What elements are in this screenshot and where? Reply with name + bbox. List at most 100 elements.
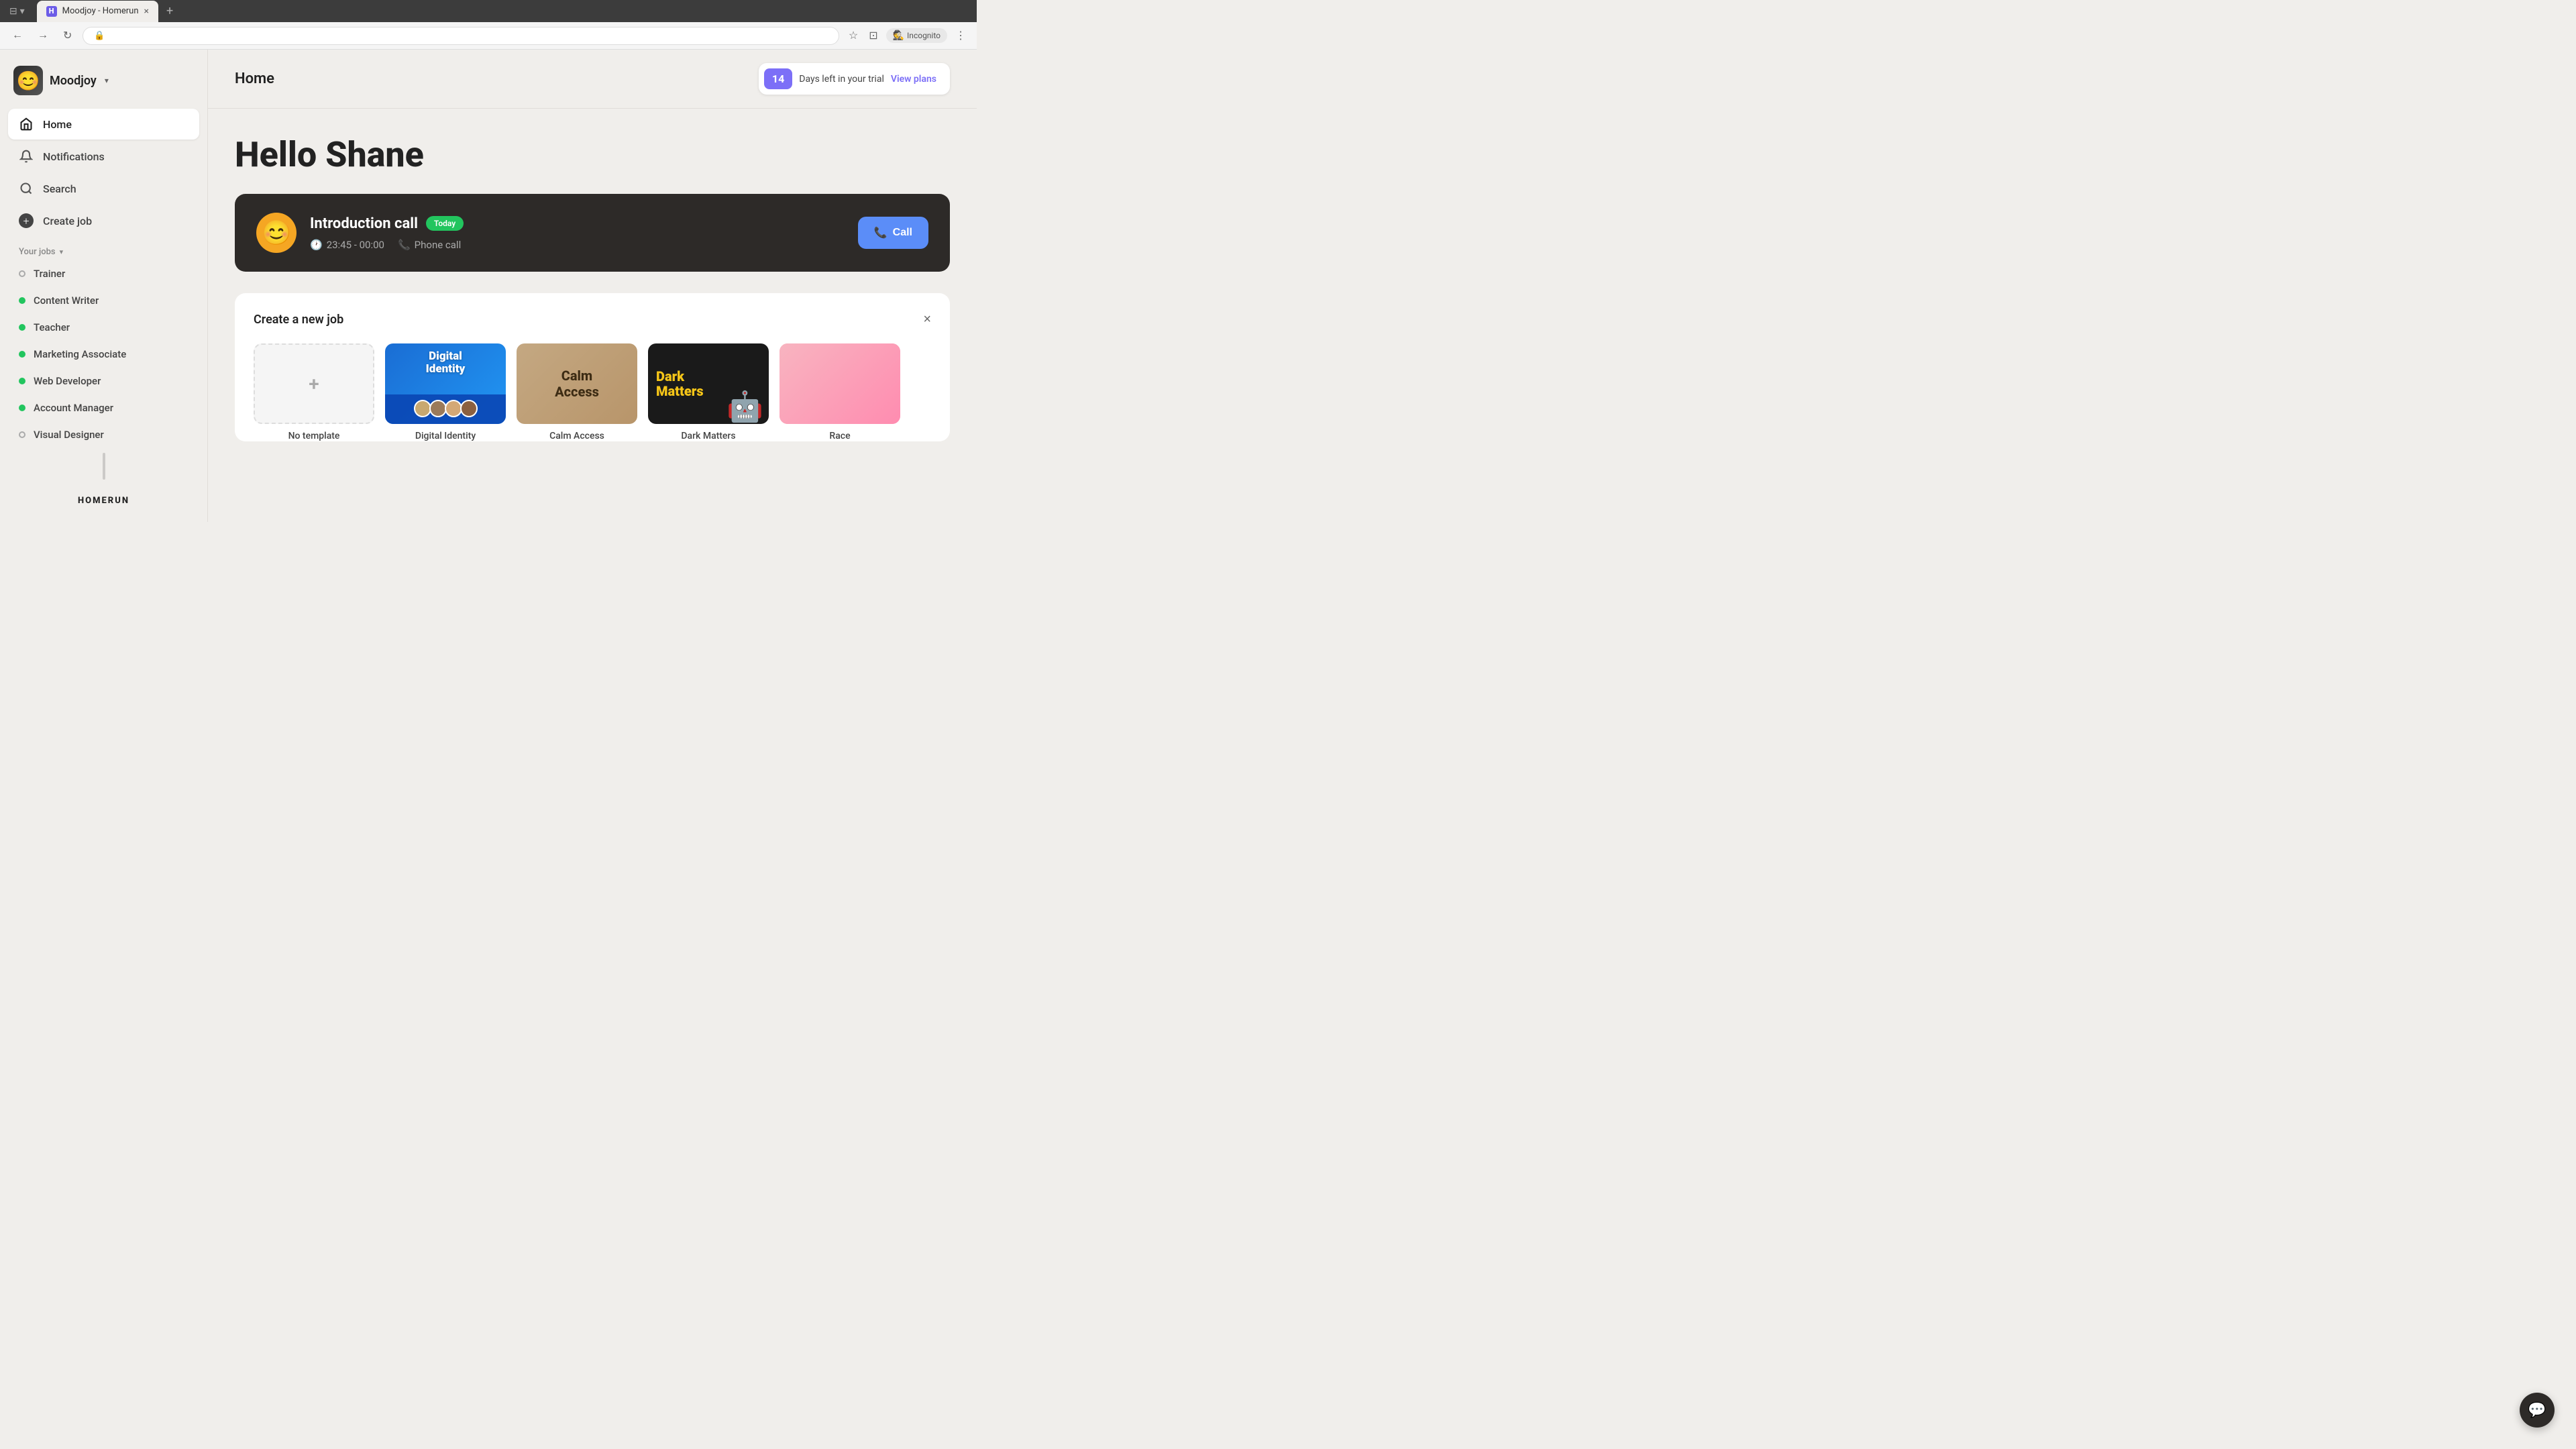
logo-avatar: 😊 xyxy=(13,66,43,95)
tab-close-button[interactable]: × xyxy=(144,6,149,17)
job-item-trainer[interactable]: Trainer xyxy=(8,261,199,286)
lock-icon: 🔒 xyxy=(94,31,105,41)
job-item-teacher[interactable]: Teacher xyxy=(8,315,199,340)
incognito-label: Incognito xyxy=(907,31,941,40)
split-screen-button[interactable]: ⊡ xyxy=(866,26,880,45)
template-item-no-template[interactable]: + No template xyxy=(254,343,374,441)
job-item-marketing-associate[interactable]: Marketing Associate xyxy=(8,341,199,367)
logo-chevron-icon: ▾ xyxy=(105,76,109,85)
sidebar-item-search[interactable]: Search xyxy=(8,173,199,204)
template-label-no-template: No template xyxy=(288,431,340,441)
job-list: Trainer Content Writer Teacher Marketing… xyxy=(0,261,207,447)
job-item-account-manager[interactable]: Account Manager xyxy=(8,395,199,421)
back-button[interactable]: ← xyxy=(8,27,27,44)
sidebar-search-label: Search xyxy=(43,182,76,195)
refresh-button[interactable]: ↻ xyxy=(59,26,76,45)
page-title: Home xyxy=(235,70,274,87)
incognito-badge: 🕵️ Incognito xyxy=(886,28,947,43)
app-container: 😊 Moodjoy ▾ Home xyxy=(0,50,977,549)
intro-info: Introduction call Today 🕐 23:45 - 00:00 … xyxy=(310,215,845,251)
browser-chrome: ⊟ ▾ H Moodjoy - Homerun × + ← → ↻ 🔒 app.… xyxy=(0,0,977,50)
trial-badge: 14 Days left in your trial View plans xyxy=(759,63,950,95)
workspace-selector[interactable]: ⊟ ▾ xyxy=(5,3,29,19)
intro-type-value: Phone call xyxy=(415,239,462,251)
intro-title-row: Introduction call Today xyxy=(310,215,845,232)
templates-row: + No template DigitalIdentity xyxy=(254,343,931,441)
sidebar-item-home[interactable]: Home xyxy=(8,109,199,140)
template-label-dark-matters: Dark Matters xyxy=(681,431,735,441)
job-label-account-manager: Account Manager xyxy=(34,402,113,414)
main-content: Home 14 Days left in your trial View pla… xyxy=(208,50,977,549)
homerun-logo: HOMERUN xyxy=(78,496,129,506)
your-jobs-section[interactable]: Your jobs ▾ xyxy=(0,236,207,261)
forward-button[interactable]: → xyxy=(34,27,52,44)
template-thumb-digital-identity: DigitalIdentity xyxy=(385,343,506,424)
tab-bar: ⊟ ▾ H Moodjoy - Homerun × + xyxy=(0,0,977,22)
template-label-digital-identity: Digital Identity xyxy=(415,431,476,441)
job-dot-account-manager xyxy=(19,405,25,411)
menu-button[interactable]: ⋮ xyxy=(953,26,969,45)
intro-type: 📞 Phone call xyxy=(398,239,461,251)
job-dot-content-writer xyxy=(19,297,25,304)
template-label-race: Race xyxy=(829,431,850,441)
view-plans-link[interactable]: View plans xyxy=(891,74,936,85)
search-icon xyxy=(19,181,34,196)
home-icon xyxy=(19,117,34,131)
your-jobs-label: Your jobs xyxy=(19,247,56,257)
call-button-label: Call xyxy=(893,227,912,239)
intro-meta: 🕐 23:45 - 00:00 📞 Phone call xyxy=(310,239,845,251)
job-item-visual-designer[interactable]: Visual Designer xyxy=(8,422,199,447)
job-label-web-developer: Web Developer xyxy=(34,375,101,387)
browser-tab[interactable]: H Moodjoy - Homerun × xyxy=(37,1,158,22)
sidebar-footer: HOMERUN xyxy=(0,485,207,511)
job-dot-visual-designer xyxy=(19,431,25,438)
template-item-race[interactable]: Race xyxy=(780,343,900,441)
today-badge: Today xyxy=(426,216,464,231)
template-item-dark-matters[interactable]: DarkMatters 🤖 Dark Matters xyxy=(648,343,769,441)
tab-favicon: H xyxy=(46,6,57,17)
sidebar-item-create-job[interactable]: + Create job xyxy=(8,205,199,236)
job-label-content-writer: Content Writer xyxy=(34,294,99,307)
phone-icon: 📞 xyxy=(398,239,411,251)
bookmark-button[interactable]: ☆ xyxy=(846,26,861,45)
greeting-heading: Hello Shane xyxy=(235,136,950,174)
trial-text: Days left in your trial xyxy=(799,74,884,85)
job-item-content-writer[interactable]: Content Writer xyxy=(8,288,199,313)
intro-card: 😊 Introduction call Today 🕐 23:45 - 00:0… xyxy=(235,194,950,272)
template-label-calm-access: Calm Access xyxy=(549,431,604,441)
template-item-calm-access[interactable]: CalmAccess Calm Access xyxy=(517,343,637,441)
job-item-web-developer[interactable]: Web Developer xyxy=(8,368,199,394)
sidebar: 😊 Moodjoy ▾ Home xyxy=(0,50,208,522)
template-thumb-calm-access: CalmAccess xyxy=(517,343,637,424)
tab-title: Moodjoy - Homerun xyxy=(62,6,139,16)
incognito-icon: 🕵️ xyxy=(893,30,904,41)
job-label-teacher: Teacher xyxy=(34,321,70,333)
template-thumb-race xyxy=(780,343,900,424)
job-label-trainer: Trainer xyxy=(34,268,65,280)
url-input[interactable]: app.homerun.co xyxy=(111,31,828,41)
sidebar-wrapper: 😊 Moodjoy ▾ Home xyxy=(0,50,208,549)
job-dot-trainer xyxy=(19,270,25,277)
address-bar[interactable]: 🔒 app.homerun.co xyxy=(83,27,839,45)
create-job-title: Create a new job xyxy=(254,313,343,327)
template-thumb-dark-matters: DarkMatters 🤖 xyxy=(648,343,769,424)
intro-call-title: Introduction call xyxy=(310,215,418,232)
sidebar-notifications-label: Notifications xyxy=(43,150,105,163)
sidebar-logo[interactable]: 😊 Moodjoy ▾ xyxy=(0,60,207,109)
template-item-digital-identity[interactable]: DigitalIdentity xyxy=(385,343,506,441)
job-label-marketing: Marketing Associate xyxy=(34,348,126,360)
call-button[interactable]: 📞 Call xyxy=(858,217,928,249)
create-job-close-button[interactable]: × xyxy=(923,312,931,327)
sidebar-home-label: Home xyxy=(43,118,72,131)
bell-icon xyxy=(19,149,34,164)
job-dot-teacher xyxy=(19,324,25,331)
chat-widget[interactable]: 💬 xyxy=(2520,1393,2555,1428)
new-tab-button[interactable]: + xyxy=(161,0,178,22)
toolbar-actions: ☆ ⊡ 🕵️ Incognito ⋮ xyxy=(846,26,969,45)
sidebar-item-notifications[interactable]: Notifications xyxy=(8,141,199,172)
logo-name: Moodjoy xyxy=(50,74,97,88)
intro-avatar: 😊 xyxy=(256,213,297,253)
create-job-header: Create a new job × xyxy=(254,312,931,327)
intro-time: 🕐 23:45 - 00:00 xyxy=(310,239,384,251)
scroll-indicator xyxy=(103,453,105,480)
